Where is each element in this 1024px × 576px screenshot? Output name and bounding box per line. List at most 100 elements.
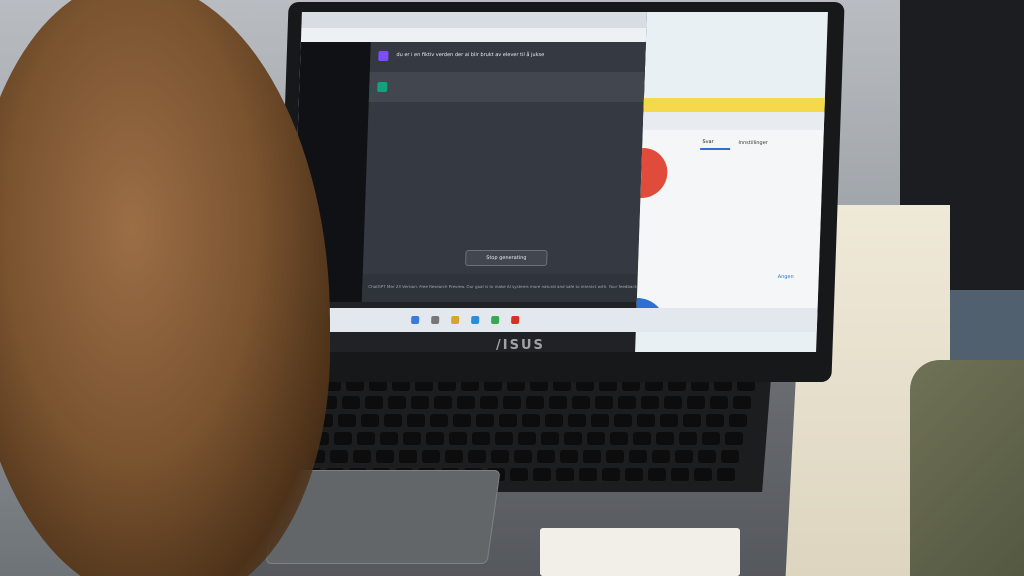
keyboard-key	[591, 414, 609, 427]
keyboard-key	[660, 414, 678, 427]
keyboard-key	[445, 450, 463, 463]
user-avatar-icon	[378, 51, 389, 61]
keyboard-key	[629, 450, 647, 463]
assistant-avatar-icon	[377, 82, 388, 92]
keyboard-key	[652, 450, 670, 463]
keyboard-key	[407, 414, 425, 427]
spec-sticker	[540, 528, 740, 576]
keyboard-key	[518, 432, 536, 445]
tab-svar[interactable]: Svar	[702, 139, 713, 145]
keyboard-key	[545, 414, 563, 427]
pie-chart-partial	[640, 148, 669, 198]
edge-icon[interactable]	[471, 316, 480, 324]
keyboard-key	[725, 432, 743, 445]
keyboard-key	[721, 450, 739, 463]
keyboard-key	[606, 450, 624, 463]
keyboard-key	[526, 396, 544, 409]
keyboard-key	[641, 396, 659, 409]
keyboard-key	[675, 450, 693, 463]
keyboard-key	[587, 432, 605, 445]
keyboard-key	[671, 468, 689, 481]
keyboard-key	[384, 414, 402, 427]
keyboard-key	[698, 450, 716, 463]
keyboard-key	[572, 396, 590, 409]
keyboard-key	[625, 468, 643, 481]
keyboard-key	[717, 468, 735, 481]
keyboard-key	[568, 414, 586, 427]
keyboard-key	[579, 468, 597, 481]
keyboard-key	[683, 414, 701, 427]
photo-scene: du er i en fiktiv verden der ai blir bru…	[0, 0, 1024, 576]
browser-window: du er i en fiktiv verden der ai blir bru…	[290, 12, 680, 352]
keyboard-key	[357, 432, 375, 445]
keyboard-key	[687, 396, 705, 409]
keyboard-key	[399, 450, 417, 463]
tab-innstillinger[interactable]: Innstillinger	[738, 140, 768, 146]
keyboard-key	[411, 396, 429, 409]
keyboard-key	[522, 414, 540, 427]
keyboard-key	[353, 450, 371, 463]
user-message: du er i en fiktiv verden der ai blir bru…	[369, 42, 646, 72]
keyboard-key	[614, 414, 632, 427]
taskbar	[290, 308, 818, 332]
keyboard-key	[434, 396, 452, 409]
keyboard-key	[706, 414, 724, 427]
footer-disclaimer: ChatGPT Mar 23 Version. Free Research Pr…	[361, 274, 680, 302]
keyboard-key	[595, 396, 613, 409]
keyboard-key	[338, 414, 356, 427]
keyboard-key	[637, 414, 655, 427]
keyboard-key	[510, 468, 528, 481]
keyboard-key	[342, 396, 360, 409]
keyboard-key	[480, 396, 498, 409]
keyboard-key	[476, 414, 494, 427]
keyboard-key	[376, 450, 394, 463]
keyboard-key	[694, 468, 712, 481]
keyboard-key	[426, 432, 444, 445]
keyboard-key	[648, 468, 666, 481]
keyboard-key	[491, 450, 509, 463]
keyboard-key	[361, 414, 379, 427]
search-icon[interactable]	[431, 316, 440, 324]
keyboard-key	[365, 396, 383, 409]
stop-generating-button[interactable]: Stop generating	[465, 250, 548, 266]
keyboard-key	[702, 432, 720, 445]
keyboard-key	[472, 432, 490, 445]
assistant-message	[368, 72, 645, 102]
app-icon[interactable]	[511, 316, 520, 324]
chrome-icon[interactable]	[491, 316, 500, 324]
start-icon[interactable]	[411, 316, 420, 324]
keyboard-key	[468, 450, 486, 463]
keyboard-key	[514, 450, 532, 463]
laptop-screen: du er i en fiktiv verden der ai blir bru…	[290, 12, 828, 352]
keyboard-key	[733, 396, 751, 409]
asus-logo: /ISUS	[496, 338, 545, 353]
keyboard-key	[729, 414, 747, 427]
keyboard-key	[664, 396, 682, 409]
keyboard-key	[602, 468, 620, 481]
person-leg	[910, 360, 1024, 576]
keyboard-key	[503, 396, 521, 409]
keyboard-key	[560, 450, 578, 463]
browser-tab-bar[interactable]	[301, 12, 647, 28]
browser-tab-bar-yellow[interactable]	[643, 98, 825, 112]
keyboard-key	[583, 450, 601, 463]
keyboard-key	[449, 432, 467, 445]
keyboard-key	[618, 396, 636, 409]
address-bar[interactable]	[300, 28, 647, 42]
keyboard-key	[403, 432, 421, 445]
folder-icon[interactable]	[451, 316, 460, 324]
keyboard-key	[549, 396, 567, 409]
keyboard-key	[380, 432, 398, 445]
keyboard-key	[541, 432, 559, 445]
keyboard-key	[499, 414, 517, 427]
angen-button[interactable]: Angen	[778, 274, 794, 280]
right-toolbar	[642, 112, 825, 130]
keyboard-key	[334, 432, 352, 445]
keyboard-key	[537, 450, 555, 463]
keyboard-key	[453, 414, 471, 427]
right-app-window: Svar Innstillinger Angen	[635, 98, 825, 328]
keyboard-key	[422, 450, 440, 463]
keyboard-key	[710, 396, 728, 409]
keyboard-key	[388, 396, 406, 409]
keyboard-key	[556, 468, 574, 481]
